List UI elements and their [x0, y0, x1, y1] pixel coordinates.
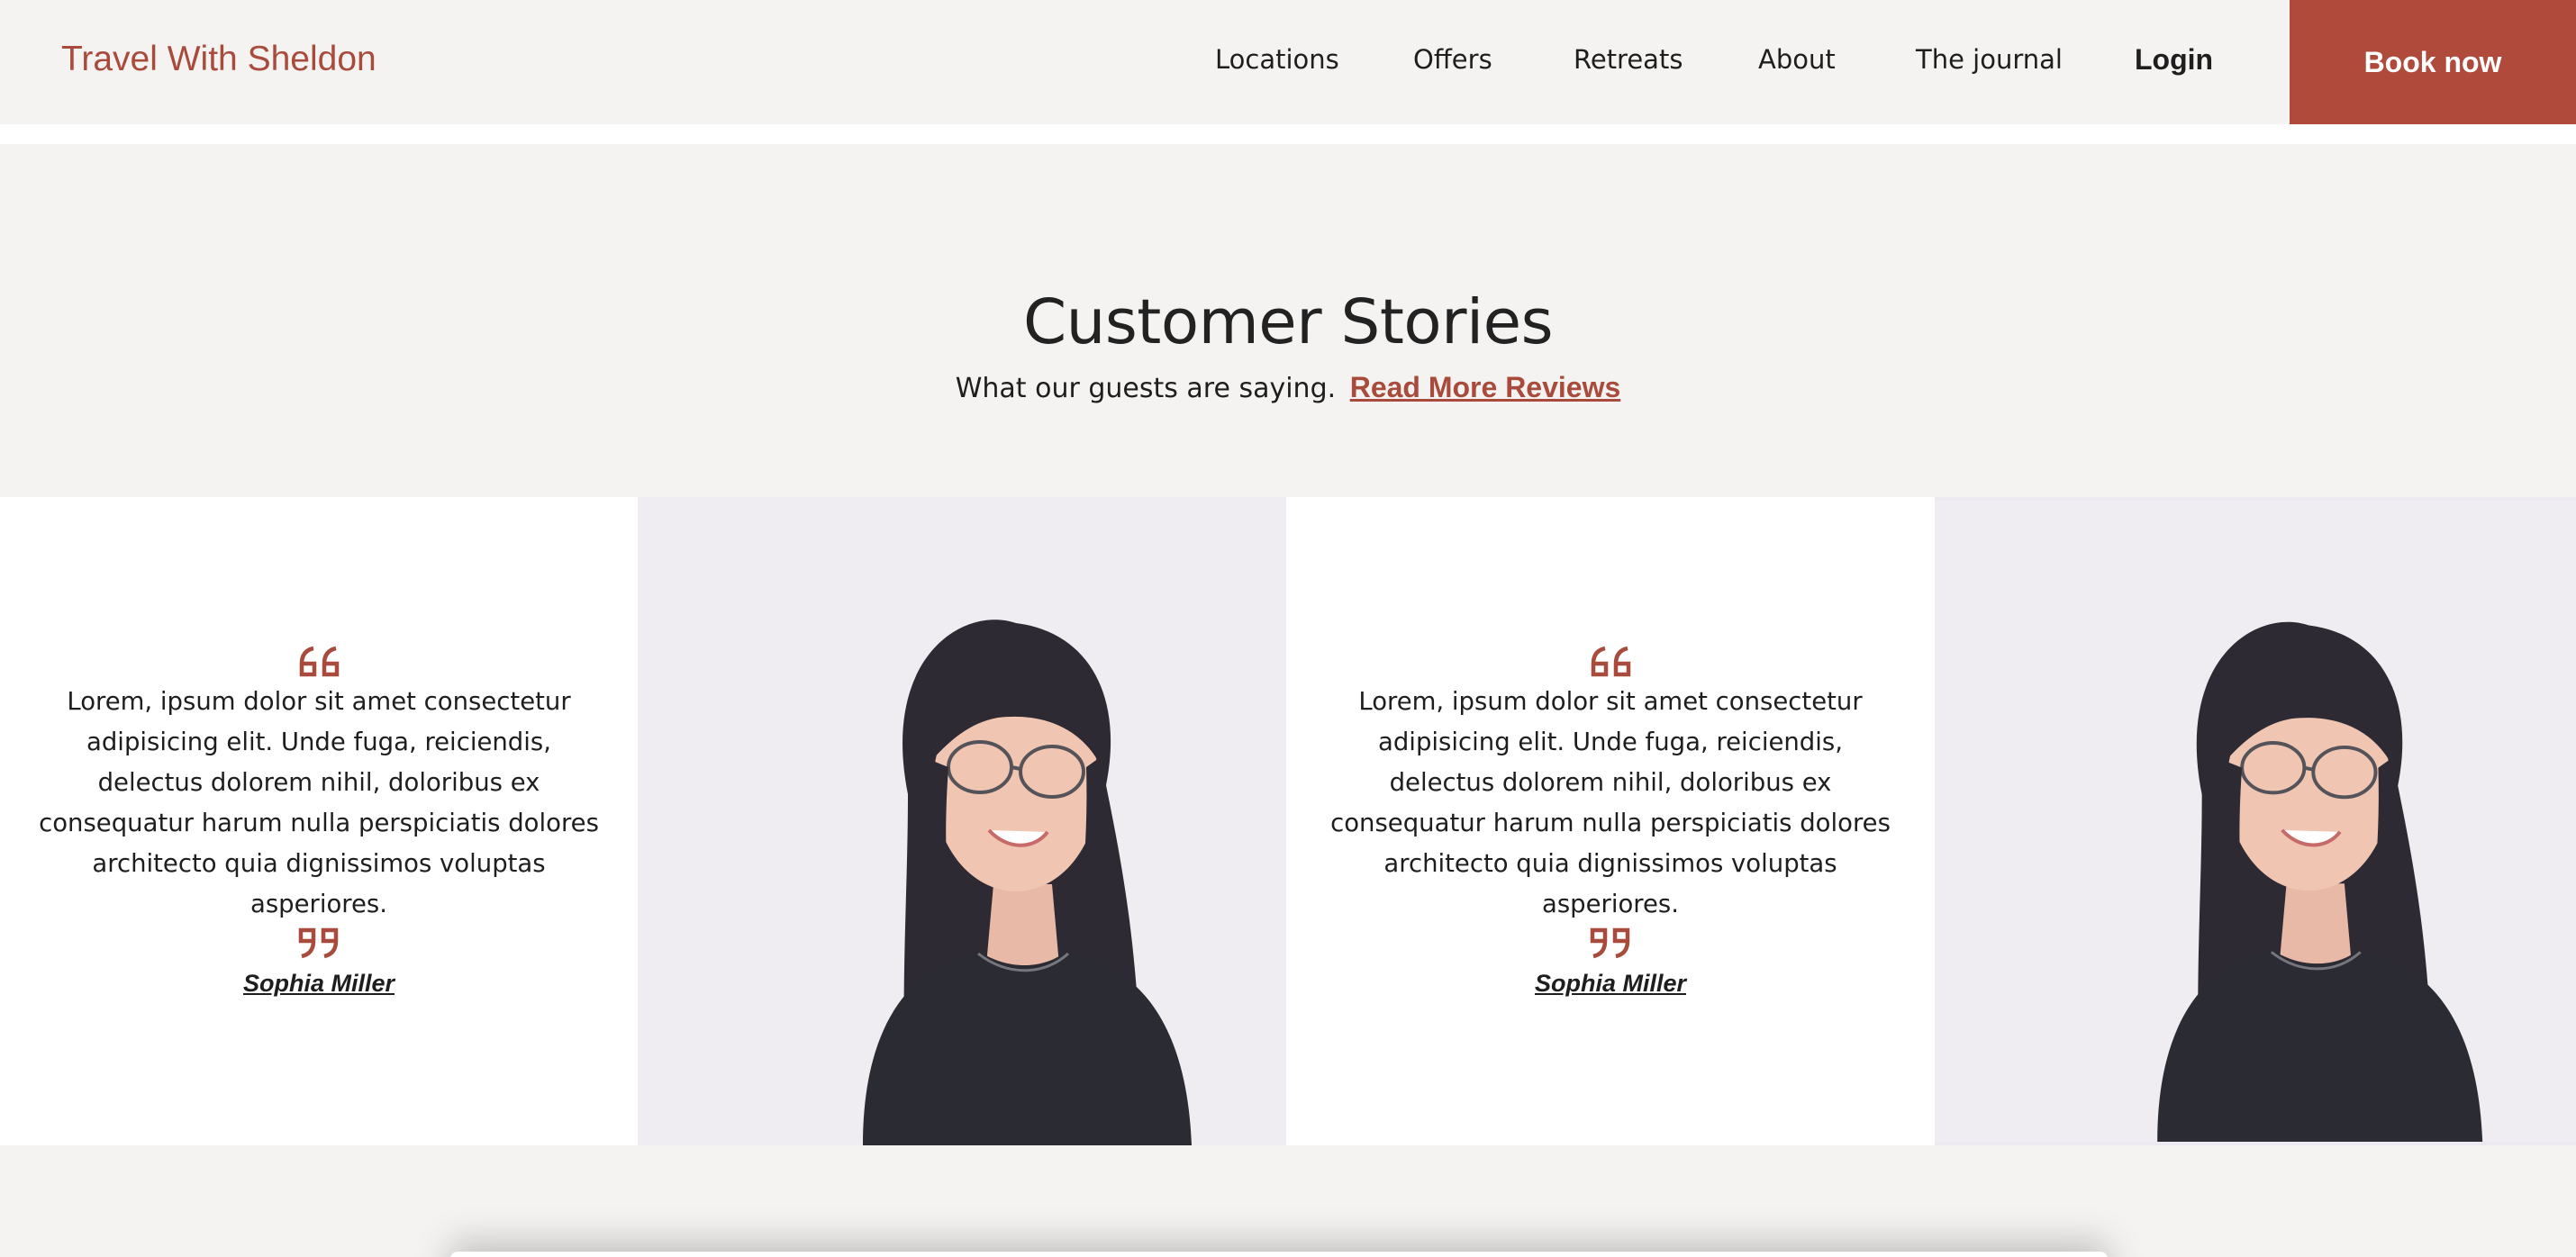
testimonial-author[interactable]: Sophia Miller — [1535, 970, 1686, 998]
featured-card-edge — [450, 1252, 2108, 1257]
nav-locations[interactable]: Locations — [1215, 0, 1339, 119]
subtitle-text: What our guests are saying. — [955, 373, 1337, 404]
testimonial-card: Lorem, ipsum dolor sit amet consectetur … — [1286, 497, 1935, 1145]
customer-photo — [638, 497, 1286, 1145]
top-navigation-bar: Travel With Sheldon Locations Offers Ret… — [0, 0, 2576, 124]
testimonial-author[interactable]: Sophia Miller — [243, 970, 395, 998]
read-more-reviews-link[interactable]: Read More Reviews — [1350, 371, 1621, 403]
close-quote-icon — [298, 927, 339, 958]
testimonial-card: Lorem, ipsum dolor sit amet consectetur … — [0, 497, 638, 1145]
nav-the-journal[interactable]: The journal — [1916, 0, 2063, 119]
close-quote-icon — [1590, 927, 1630, 958]
section-subtitle: What our guests are saying. Read More Re… — [0, 371, 2576, 404]
open-quote-icon — [299, 646, 340, 676]
customer-stories-section: Customer Stories What our guests are say… — [0, 144, 2576, 497]
login-link[interactable]: Login — [2135, 0, 2213, 119]
open-quote-icon — [1591, 646, 1631, 676]
next-section — [0, 1145, 2576, 1257]
nav-about[interactable]: About — [1758, 0, 1836, 119]
nav-offers[interactable]: Offers — [1413, 0, 1492, 119]
testimonial-quote: Lorem, ipsum dolor sit amet consectetur … — [39, 686, 599, 918]
testimonial-quote: Lorem, ipsum dolor sit amet consectetur … — [1330, 686, 1891, 918]
customer-photo — [1935, 497, 2576, 1145]
brand-logo-link[interactable]: Travel With Sheldon — [61, 0, 376, 119]
nav-retreats[interactable]: Retreats — [1574, 0, 1683, 119]
section-title: Customer Stories — [1022, 286, 1554, 358]
book-now-button[interactable]: Book now — [2290, 0, 2576, 124]
